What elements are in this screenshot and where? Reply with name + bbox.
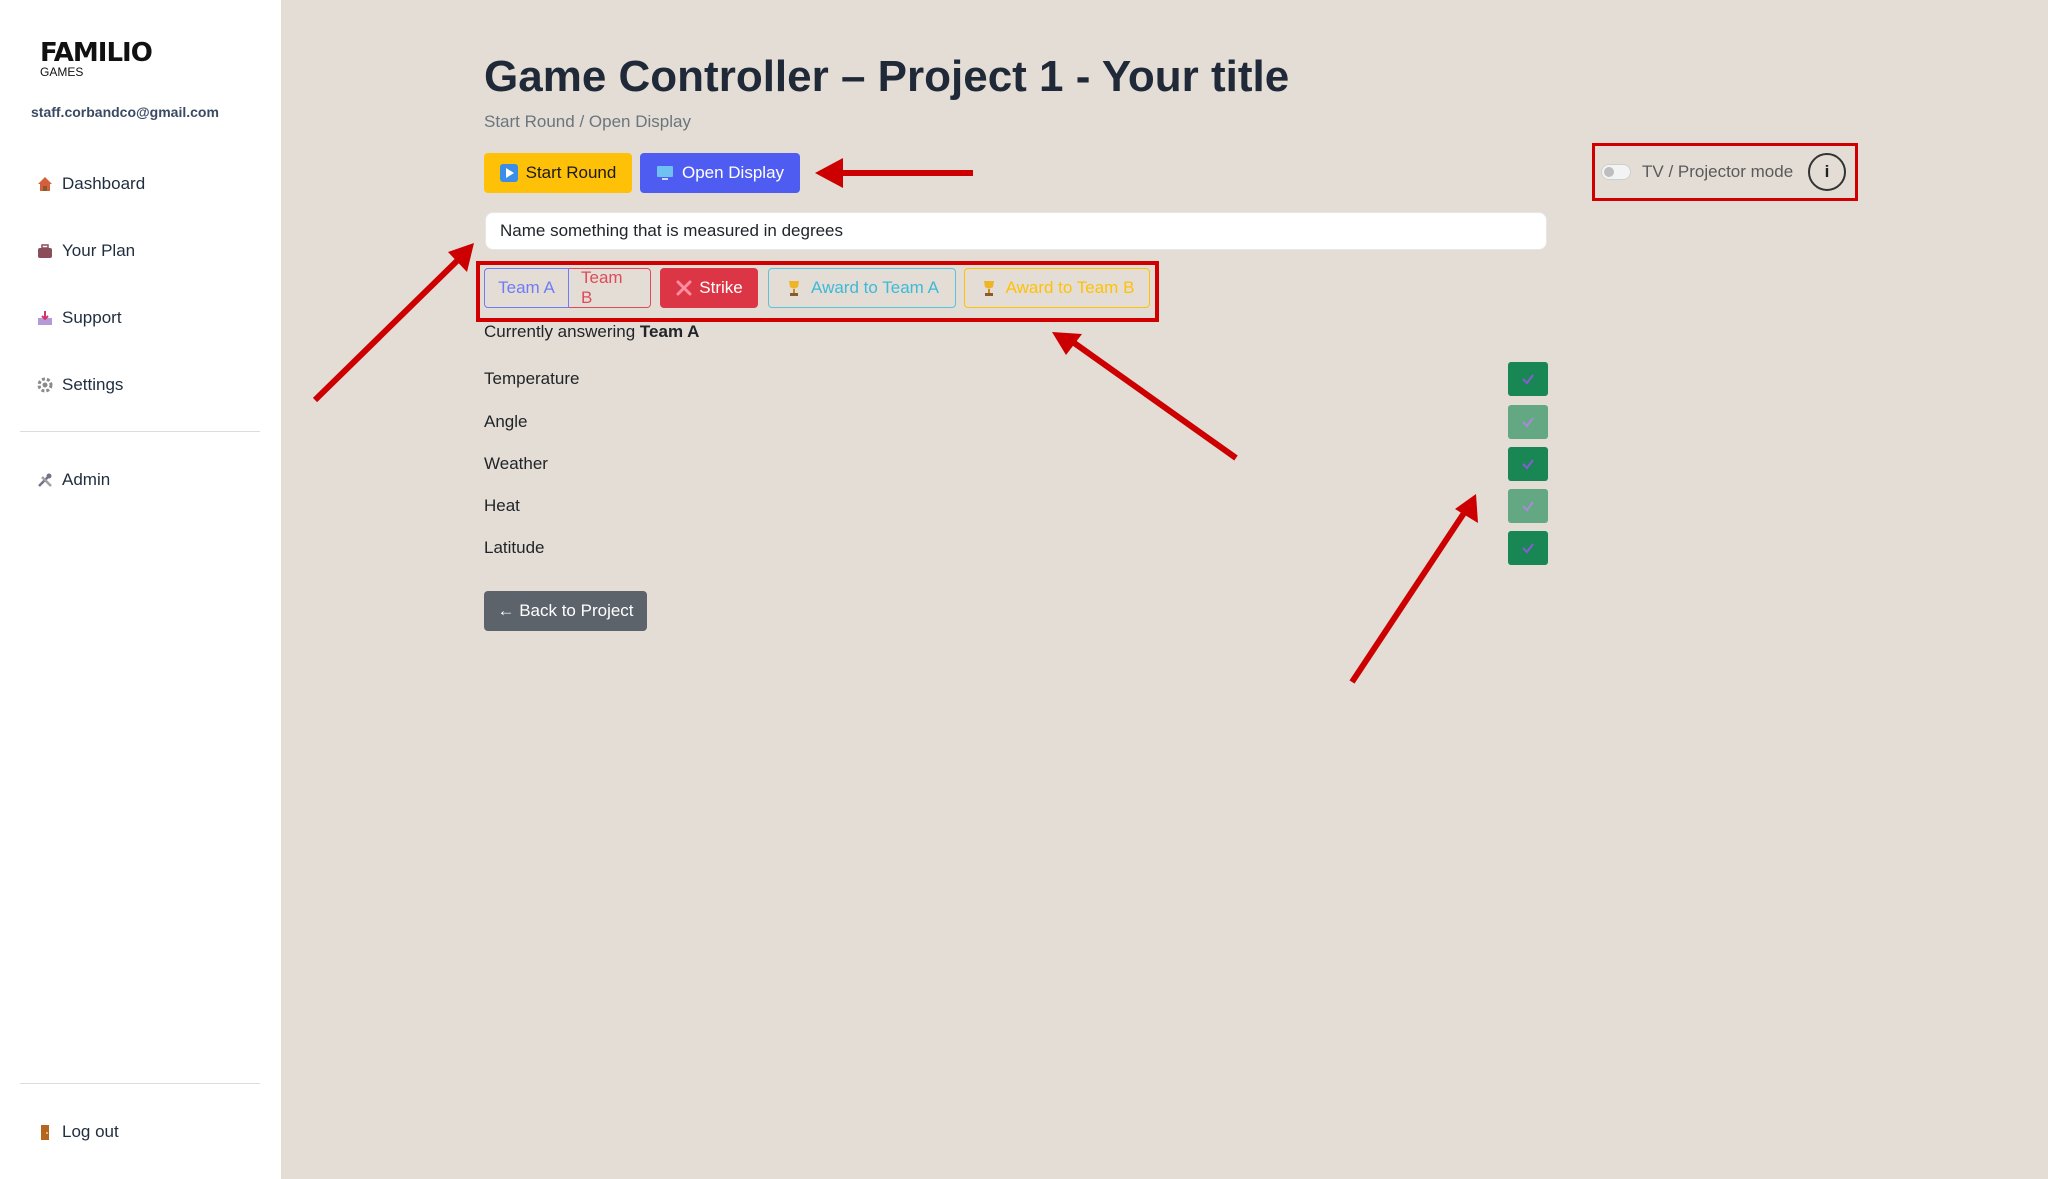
annotation-arrows bbox=[312, 158, 1478, 684]
arrow-to-toolbar-head bbox=[815, 158, 843, 188]
arrow-to-answers bbox=[1349, 508, 1469, 684]
arrow-to-controls bbox=[1068, 337, 1238, 461]
arrow-to-question bbox=[312, 253, 465, 403]
